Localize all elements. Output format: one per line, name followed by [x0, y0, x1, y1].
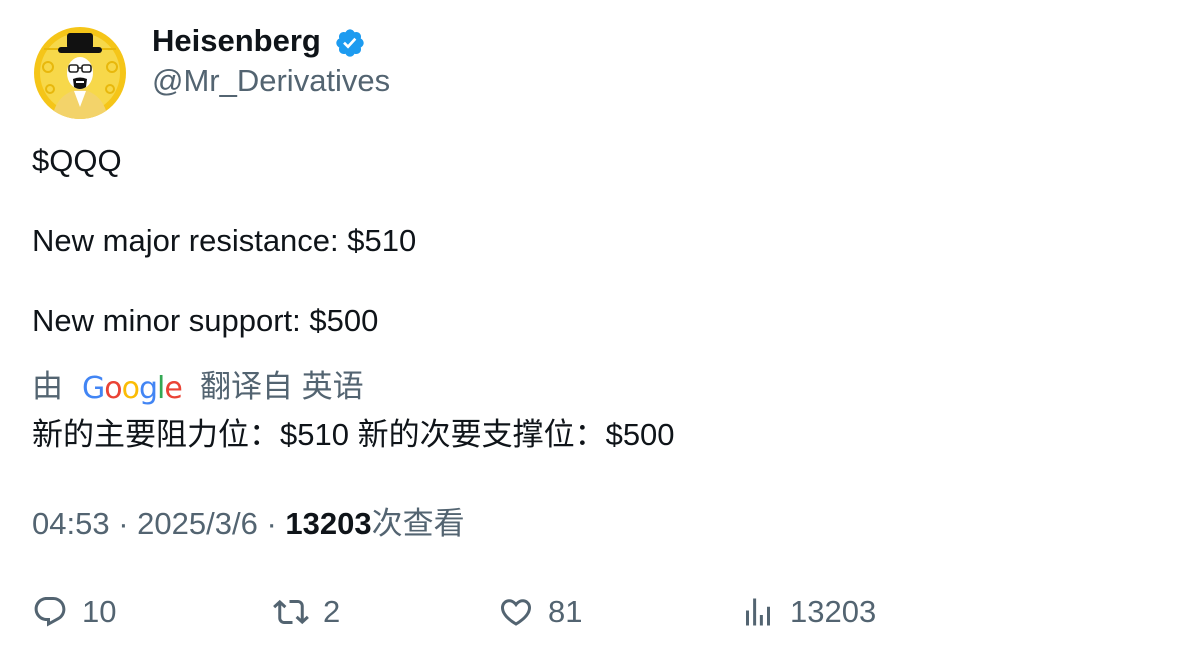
- meta-separator: ·: [266, 506, 277, 541]
- tweet-text-line-2: New major resistance: $510: [32, 223, 417, 258]
- like-count: 81: [548, 594, 583, 629]
- translated-by-label: 由: [32, 369, 63, 404]
- views-action-count: 13203: [790, 594, 877, 629]
- retweet-button[interactable]: 2: [273, 592, 340, 632]
- tweet-meta: 04:53 · 2025/3/6 · 13203次查看: [32, 505, 465, 543]
- heart-icon: [500, 599, 532, 626]
- tweet-text-line-1: $QQQ: [32, 143, 122, 178]
- tweet-date[interactable]: 2025/3/6: [137, 506, 258, 541]
- views-button[interactable]: 13203: [740, 592, 876, 632]
- views-label: 次查看: [371, 506, 465, 541]
- translated-from-link[interactable]: 翻译自 英语: [200, 368, 364, 406]
- reply-count: 10: [82, 594, 117, 629]
- reply-icon: [34, 597, 66, 627]
- google-logo: Google: [82, 371, 183, 406]
- tweet-text-line-3: New minor support: $500: [32, 303, 379, 338]
- avatar-image: [34, 27, 126, 119]
- bar-chart-icon: [746, 598, 770, 626]
- tweet-time[interactable]: 04:53: [32, 506, 110, 541]
- translated-text: 新的主要阻力位：$510 新的次要支撑位：$500: [32, 417, 675, 452]
- avatar[interactable]: [34, 27, 126, 119]
- author-display-name[interactable]: Heisenberg: [152, 22, 321, 60]
- retweet-icon: [273, 599, 309, 625]
- reply-button[interactable]: 10: [32, 592, 116, 632]
- author-handle[interactable]: @Mr_Derivatives: [152, 62, 390, 100]
- retweet-count: 2: [323, 594, 341, 629]
- verified-badge-icon: [334, 27, 366, 59]
- views-count: 13203: [285, 506, 372, 541]
- like-button[interactable]: 81: [498, 592, 582, 632]
- meta-separator: ·: [118, 506, 129, 541]
